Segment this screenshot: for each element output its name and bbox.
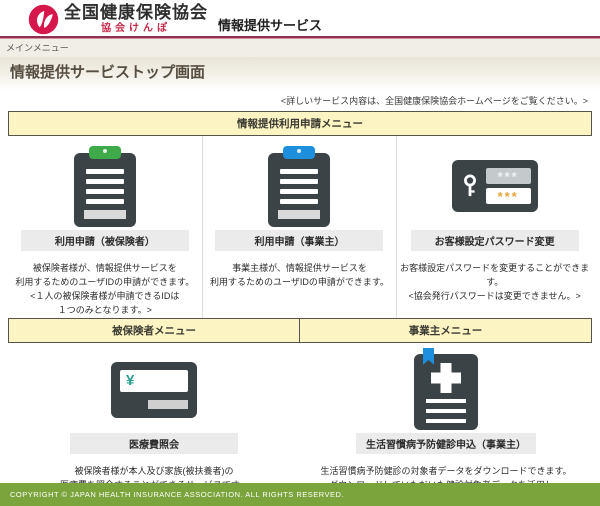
password-field-new: ***	[486, 188, 531, 204]
description-apply-employer: 事業主様が、情報提供サービスを 利用するためのユーザIDの申請ができます。	[203, 262, 397, 290]
page-title: 情報提供サービストップ画面	[0, 57, 600, 91]
medical-cross-icon	[431, 363, 461, 393]
description-apply-insured: 被保険者様が、情報提供サービスを 利用するためのユーザIDの申請ができます。 <…	[8, 262, 202, 318]
footer-copyright: COPYRIGHT © JAPAN HEALTH INSURANCE ASSOC…	[0, 483, 600, 506]
key-icon	[459, 173, 481, 199]
clipboard-clip	[89, 146, 121, 159]
menu-item-label-password-change[interactable]: お客様設定パスワード変更	[411, 230, 579, 251]
yen-symbol: ¥	[126, 373, 134, 388]
org-block: 全国健康保険協会 協会けんぽ	[64, 3, 208, 34]
menu-item-apply-employer[interactable]	[268, 146, 330, 227]
menu-item-label-medical-expense[interactable]: 医療費照会	[70, 433, 238, 454]
cell-apply-insured: 利用申請（被保険者） 被保険者様が、情報提供サービスを 利用するためのユーザID…	[8, 136, 203, 318]
header: 全国健康保険協会 協会けんぽ 情報提供サービス	[0, 0, 600, 38]
section-banner-employer-menu: 事業主メニュー	[300, 318, 592, 343]
cell-checkup-apply: 生活習慣病予防健診申込（事業主） 生活習慣病予防健診の対象者データをダウンロード…	[300, 343, 592, 506]
section-banner-insured-menu: 被保険者メニュー	[8, 318, 300, 343]
clipboard-clip	[283, 146, 315, 159]
breadcrumb-label: メインメニュー	[6, 43, 69, 53]
password-key-icon: *** ***	[452, 160, 538, 212]
clipboard-blue-icon	[268, 153, 330, 227]
medical-checkup-icon	[414, 354, 478, 430]
menu-item-medical-expense[interactable]: ¥	[111, 362, 197, 418]
menu-item-label-apply-insured[interactable]: 利用申請（被保険者）	[21, 230, 189, 251]
org-subtitle: 協会けんぽ	[64, 23, 208, 34]
main-content: 情報提供利用申請メニュー 利用申請（被保険者） 被保険者様が、情報提供サービスを…	[8, 111, 592, 506]
org-name: 全国健康保険協会	[64, 3, 208, 23]
cell-medical-expense: ¥ 医療費照会 被保険者様が本人及び家族(被扶養者)の 医療費を照会することがで…	[8, 343, 300, 506]
menu-item-label-apply-employer[interactable]: 利用申請（事業主）	[215, 230, 383, 251]
application-menu-grid: 利用申請（被保険者） 被保険者様が、情報提供サービスを 利用するためのユーザID…	[8, 136, 592, 318]
menu-item-apply-insured[interactable]	[74, 146, 136, 227]
lower-section-banners: 被保険者メニュー 事業主メニュー	[8, 318, 592, 343]
menu-item-label-checkup-apply[interactable]: 生活習慣病予防健診申込（事業主）	[356, 433, 536, 454]
section-banner-application-menu: 情報提供利用申請メニュー	[8, 111, 592, 136]
page: 全国健康保険協会 協会けんぽ 情報提供サービス メインメニュー 情報提供サービス…	[0, 0, 600, 506]
service-title: 情報提供サービス	[218, 15, 322, 34]
description-password-change: お客様設定パスワードを変更することができます。 <協会発行パスワードは変更できま…	[397, 262, 592, 304]
menu-item-password-change[interactable]: *** ***	[452, 160, 538, 212]
cell-apply-employer: 利用申請（事業主） 事業主様が、情報提供サービスを 利用するためのユーザIDの申…	[203, 136, 398, 318]
kyokai-kenpo-logo-icon	[28, 4, 59, 35]
service-note: <詳しいサービス内容は、全国健康保険協会ホームページをご覧ください。>	[0, 91, 600, 111]
yen-card-icon: ¥	[111, 362, 197, 418]
lower-menu-grid: ¥ 医療費照会 被保険者様が本人及び家族(被扶養者)の 医療費を照会することがで…	[8, 343, 592, 506]
cell-password-change: *** *** お客様設定パスワード変更 お客様設定パスワードを変更することがで…	[397, 136, 592, 318]
clipboard-green-icon	[74, 153, 136, 227]
password-field-masked: ***	[486, 168, 531, 184]
menu-item-checkup-apply[interactable]	[414, 350, 478, 430]
breadcrumb: メインメニュー	[0, 38, 600, 57]
